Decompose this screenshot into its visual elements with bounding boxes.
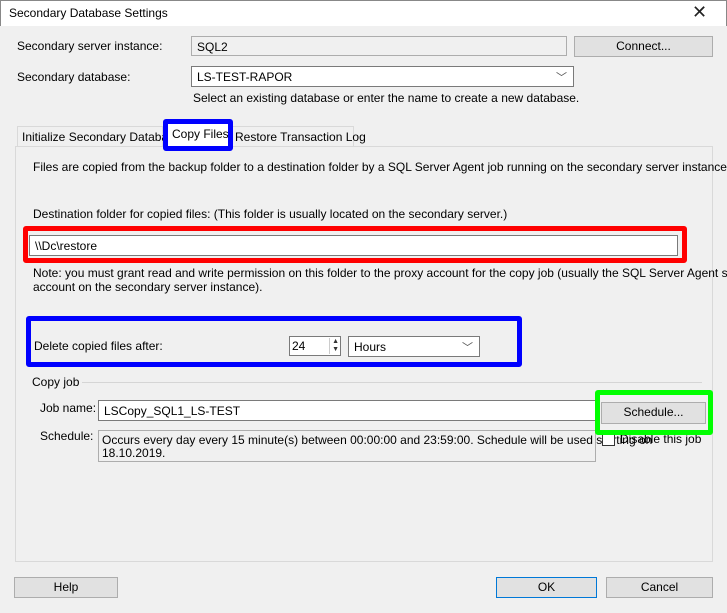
- destination-label: Destination folder for copied files: (Th…: [33, 207, 508, 221]
- database-hint: Select an existing database or enter the…: [193, 91, 580, 105]
- chevron-down-icon: ﹀: [556, 72, 567, 84]
- tab-copy-files[interactable]: Copy Files: [167, 123, 229, 147]
- group-divider: [82, 382, 702, 383]
- delete-after-value: 24: [292, 339, 306, 353]
- schedule-button[interactable]: Schedule...: [601, 402, 706, 424]
- destination-folder-input[interactable]: \\Dc\restore: [29, 235, 678, 256]
- schedule-line-2: 18.10.2019.: [102, 446, 166, 460]
- job-name-label: Job name:: [40, 401, 97, 415]
- disable-job-checkbox[interactable]: [602, 433, 615, 446]
- delete-unit-value: Hours: [354, 340, 387, 354]
- chevron-down-icon: ﹀: [462, 342, 473, 354]
- database-combo[interactable]: LS-TEST-RAPOR ﹀: [191, 66, 574, 87]
- spin-arrows-icon[interactable]: ▲ ▼: [329, 338, 339, 354]
- server-instance-field: SQL2: [191, 36, 567, 56]
- delete-after-stepper[interactable]: 24 ▲ ▼: [289, 336, 341, 356]
- note-line-1: Note: you must grant read and write perm…: [33, 266, 727, 280]
- database-value: LS-TEST-RAPOR: [197, 70, 293, 84]
- schedule-label: Schedule:: [40, 429, 94, 443]
- cancel-button[interactable]: Cancel: [606, 577, 713, 598]
- schedule-description: Occurs every day every 15 minute(s) betw…: [98, 430, 653, 462]
- note-line-2: account on the secondary server instance…: [33, 280, 263, 294]
- connect-button[interactable]: Connect...: [574, 36, 713, 57]
- copy-description: Files are copied from the backup folder …: [33, 160, 727, 174]
- server-label: Secondary server instance:: [17, 39, 163, 53]
- ok-button[interactable]: OK: [496, 577, 597, 598]
- tab-restore-transaction-log[interactable]: Restore Transaction Log: [230, 126, 366, 147]
- window-title: Secondary Database Settings: [9, 6, 168, 20]
- database-label: Secondary database:: [17, 70, 131, 84]
- copy-job-group-label: Copy job: [32, 375, 80, 389]
- tab-initialize-secondary-database[interactable]: Initialize Secondary Database: [17, 126, 181, 147]
- schedule-line-1: Occurs every day every 15 minute(s) betw…: [102, 433, 653, 447]
- close-icon[interactable]: ✕: [692, 2, 707, 23]
- delete-unit-combo[interactable]: Hours ﹀: [348, 336, 480, 357]
- delete-label: Delete copied files after:: [34, 339, 163, 353]
- disable-job-label: Disable this job: [620, 432, 702, 446]
- help-button[interactable]: Help: [14, 577, 118, 598]
- job-name-input[interactable]: LSCopy_SQL1_LS-TEST: [98, 400, 596, 421]
